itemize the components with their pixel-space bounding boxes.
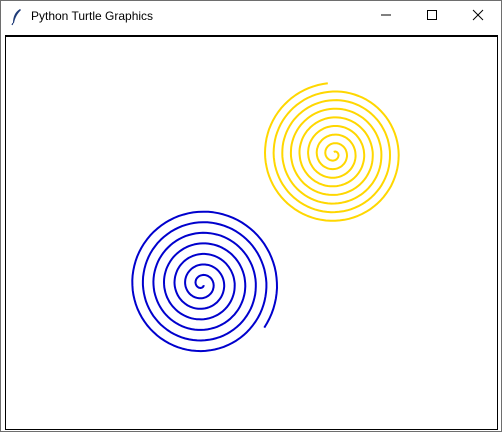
maximize-button[interactable] <box>409 1 455 33</box>
blue-spiral <box>131 210 278 353</box>
turtle-window: Python Turtle Graphics <box>0 0 502 432</box>
close-button[interactable] <box>455 1 501 33</box>
turtle-drawing <box>131 82 400 353</box>
feather-icon <box>9 8 25 26</box>
close-icon <box>472 8 484 26</box>
minimize-icon <box>380 8 392 26</box>
title-bar[interactable]: Python Turtle Graphics <box>1 1 501 33</box>
window-title: Python Turtle Graphics <box>31 9 154 23</box>
turtle-canvas[interactable] <box>5 35 498 430</box>
yellow-spiral <box>264 82 400 222</box>
minimize-button[interactable] <box>363 1 409 33</box>
maximize-icon <box>426 8 438 26</box>
